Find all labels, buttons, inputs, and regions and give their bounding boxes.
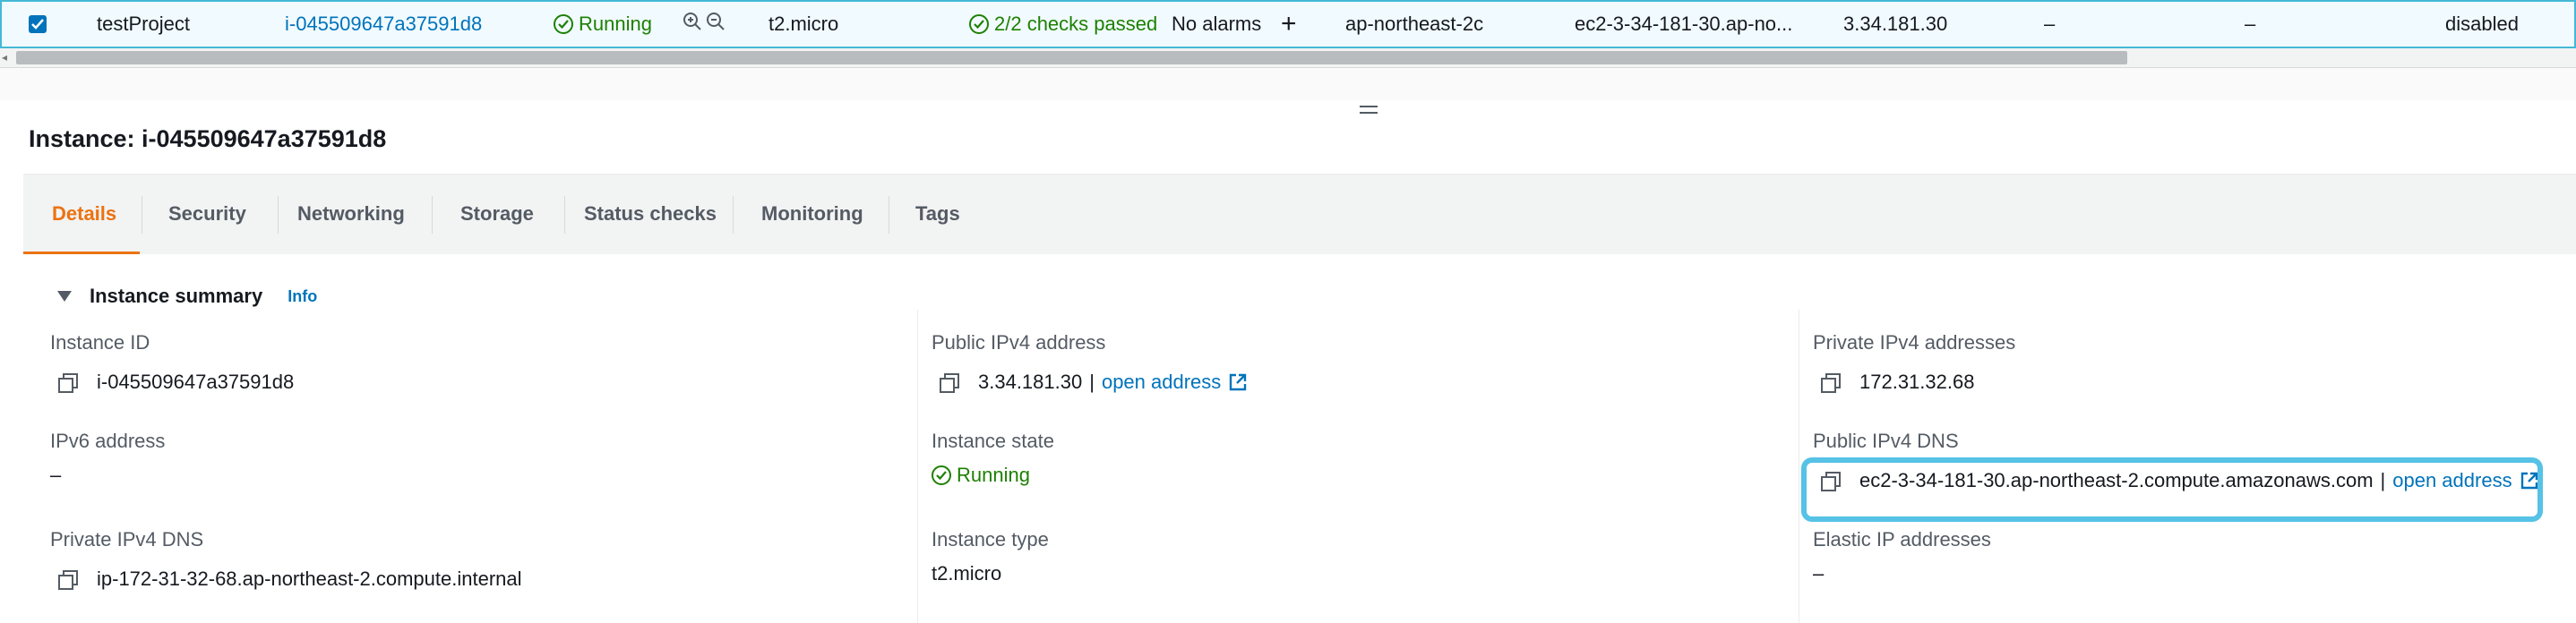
split-divider-area [0,68,2576,101]
table-row[interactable]: testProject i-045509647a37591d8 Running … [0,0,2576,48]
copy-icon[interactable] [57,372,78,393]
tab-divider [564,196,565,234]
tab-divider [432,196,433,234]
tabs-bar: Details Security Networking Storage Stat… [23,174,2576,256]
cell-monitoring: disabled [2445,13,2519,35]
ipv6-value: – [50,464,62,486]
info-link[interactable]: Info [288,287,317,306]
copy-icon[interactable] [57,569,78,590]
public-ipv4-label: Public IPv4 address [932,331,1106,354]
tab-details[interactable]: Details [52,175,116,253]
cell-status-check: 2/2 checks passed [969,2,1157,47]
checkbox-checked-icon[interactable] [29,15,47,33]
scroll-left-arrow-icon[interactable]: ◂ [2,51,13,64]
elastic-ip-value: – [1813,562,1825,585]
instance-state-label: Instance state [932,430,1054,452]
public-ipv4-text: 3.34.181.30 [978,371,1083,393]
open-address-link[interactable]: open address [1102,371,1221,394]
instance-id-label: Instance ID [50,331,150,354]
instance-id-value: i-045509647a37591d8 [57,371,294,394]
instance-summary-title: Instance summary [90,285,263,307]
cell-name: testProject [97,13,190,35]
private-dns-label: Private IPv4 DNS [50,528,204,550]
cell-alarm-status: No alarms [1172,13,1262,35]
tab-divider [733,196,734,234]
cell-instance-state: Running [554,2,652,47]
tab-tags[interactable]: Tags [915,175,960,253]
cell-elastic-ip: – [2044,13,2056,35]
zoom-controls [683,2,726,47]
instance-id-text: i-045509647a37591d8 [97,371,295,393]
external-link-icon[interactable] [1228,372,1248,392]
private-dns-text: ip-172-31-32-68.ap-northeast-2.compute.i… [97,568,522,590]
copy-icon[interactable] [939,372,959,393]
cell-public-dns: ec2-3-34-181-30.ap-no... [1575,13,1793,35]
caret-down-icon[interactable] [57,291,72,302]
status-ok-icon [969,14,989,34]
public-dns-label: Public IPv4 DNS [1813,430,1959,452]
scrollbar-thumb[interactable] [16,51,2127,64]
cell-availability-zone: ap-northeast-2c [1345,13,1484,35]
tab-security[interactable]: Security [168,175,246,253]
tab-storage[interactable]: Storage [460,175,534,253]
private-ipv4-value: 172.31.32.68 [1820,371,1974,394]
separator: | [1089,371,1095,393]
column-divider [917,310,918,623]
highlight-annotation [1801,457,2543,522]
cell-instance-id-link[interactable]: i-045509647a37591d8 [285,2,482,47]
panel-title: Instance: i-045509647a37591d8 [29,125,387,152]
cell-ipv6: – [2245,13,2256,35]
tab-status-checks[interactable]: Status checks [584,175,717,253]
cell-status-check-label: 2/2 checks passed [994,13,1158,35]
status-ok-icon [932,465,951,485]
elastic-ip-label: Elastic IP addresses [1813,528,1991,550]
row-select-cell[interactable] [29,2,47,47]
status-ok-icon [554,14,573,34]
ipv6-label: IPv6 address [50,430,166,452]
cell-public-ip: 3.34.181.30 [1843,13,1948,35]
public-ipv4-value: 3.34.181.30 | open address [939,371,1248,394]
cell-state-label: Running [579,13,652,35]
resize-handle-icon[interactable] [1360,106,1378,118]
private-ipv4-text: 172.31.32.68 [1859,371,1975,393]
tab-divider [278,196,279,234]
instance-state-value: Running [932,464,1030,487]
add-alarm-button[interactable]: + [1281,2,1297,47]
private-dns-value: ip-172-31-32-68.ap-northeast-2.compute.i… [57,568,522,591]
tab-networking[interactable]: Networking [297,175,405,253]
zoom-out-icon[interactable] [706,12,726,37]
instance-state-text: Running [957,464,1030,486]
zoom-in-icon[interactable] [683,12,702,37]
cell-instance-type: t2.micro [769,13,839,35]
instance-summary-header[interactable]: Instance summary Info [57,285,317,308]
copy-icon[interactable] [1820,372,1841,393]
tab-monitoring[interactable]: Monitoring [761,175,863,253]
instance-type-label: Instance type [932,528,1049,550]
instance-type-value: t2.micro [932,562,1002,585]
private-ipv4-label: Private IPv4 addresses [1813,331,2016,354]
horizontal-scrollbar[interactable]: ◂ [0,48,2576,68]
